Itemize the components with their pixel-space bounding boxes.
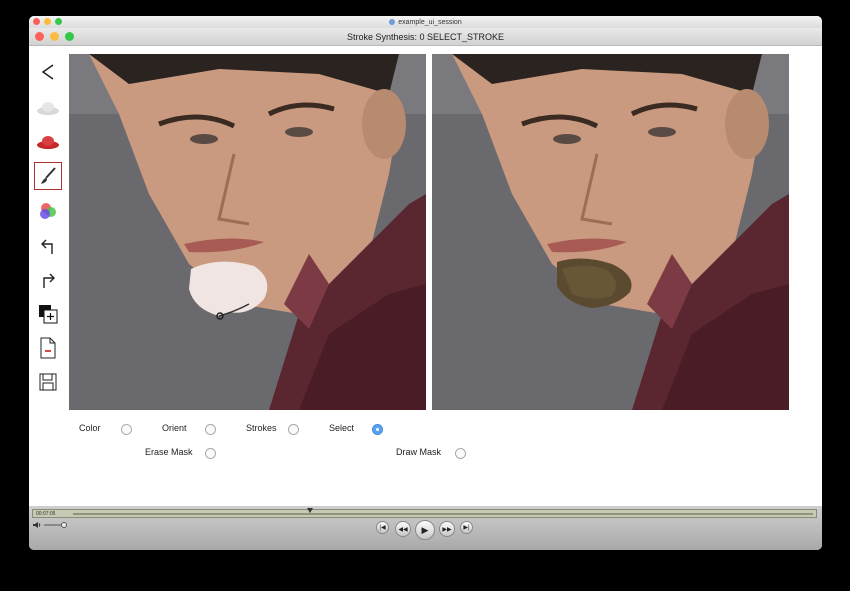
outer-title-bar: example_ui_session	[29, 16, 822, 28]
zoom-button[interactable]	[65, 32, 74, 41]
speaker-icon	[33, 522, 41, 528]
playhead-marker[interactable]	[306, 508, 313, 513]
orient-option-label: Orient	[162, 423, 187, 433]
undo-icon	[41, 239, 53, 254]
outer-window: example_ui_session Stroke Synthesis: 0 S…	[29, 16, 822, 550]
new-layer-button[interactable]	[34, 300, 62, 328]
skip-end-icon: ▶|	[463, 525, 470, 531]
volume-control[interactable]	[32, 521, 68, 529]
outer-window-controls	[33, 18, 62, 25]
delete-document-button[interactable]	[34, 334, 62, 362]
skip-to-start-button[interactable]: |◀	[376, 521, 389, 534]
input-image-panel[interactable]	[69, 54, 426, 410]
fast-forward-button[interactable]: ▶▶	[439, 521, 455, 537]
output-portrait-image	[432, 54, 789, 410]
skip-to-end-button[interactable]: ▶|	[460, 521, 473, 534]
document-icon	[389, 19, 396, 25]
brush-icon	[41, 167, 56, 184]
back-icon	[41, 64, 54, 80]
scrub-bar[interactable]: 00:07:05	[32, 508, 817, 518]
draw-mask-option-label: Draw Mask	[396, 447, 442, 457]
outer-zoom-button[interactable]	[55, 18, 62, 25]
redo-icon	[43, 273, 55, 288]
play-button[interactable]: ▶	[415, 520, 435, 540]
color-radio[interactable]	[121, 424, 132, 435]
strokes-radio[interactable]	[288, 424, 299, 435]
draw-mask-radio[interactable]	[455, 448, 466, 459]
delete-document-icon	[40, 337, 56, 359]
outer-window-title: example_ui_session	[398, 18, 462, 26]
output-image-panel[interactable]	[432, 54, 789, 410]
input-portrait-image	[69, 54, 426, 410]
volume-slider[interactable]	[44, 521, 68, 529]
rewind-icon: ◀◀	[398, 526, 408, 533]
select-option-label: Select	[329, 423, 355, 433]
save-icon	[39, 373, 57, 391]
erase-mask-option-label: Erase Mask	[145, 447, 193, 457]
white-hat-icon	[37, 102, 59, 115]
new-layer-icon	[39, 305, 58, 324]
white-hat-tool[interactable]	[34, 94, 62, 122]
orient-radio[interactable]	[205, 424, 216, 435]
play-icon: ▶	[421, 524, 429, 535]
window-controls	[35, 32, 74, 41]
media-player-bar: 00:07:05 |◀ ◀◀ ▶ ▶▶ ▶|	[29, 506, 822, 550]
brush-tool[interactable]	[34, 162, 62, 190]
red-hat-icon	[37, 136, 59, 149]
outer-close-button[interactable]	[33, 18, 40, 25]
rewind-button[interactable]: ◀◀	[395, 521, 411, 537]
erase-mask-radio[interactable]	[205, 448, 216, 459]
window-title: Stroke Synthesis: 0 SELECT_STROKE	[346, 31, 505, 42]
scrub-track[interactable]	[73, 513, 813, 515]
red-hat-tool[interactable]	[34, 128, 62, 156]
redo-button[interactable]	[34, 266, 62, 294]
color-circles-icon	[40, 203, 56, 219]
outer-minimize-button[interactable]	[44, 18, 51, 25]
save-button[interactable]	[34, 368, 62, 396]
undo-button[interactable]	[34, 232, 62, 260]
minimize-button[interactable]	[50, 32, 59, 41]
back-button[interactable]	[34, 58, 62, 86]
main-content: Color Orient Strokes Select Erase Mask D…	[29, 46, 822, 506]
title-bar: Stroke Synthesis: 0 SELECT_STROKE	[29, 28, 822, 46]
fast-forward-icon: ▶▶	[442, 526, 452, 533]
skip-start-icon: |◀	[379, 525, 386, 531]
strokes-option-label: Strokes	[246, 423, 277, 433]
current-time: 00:07:05	[36, 511, 56, 517]
color-option-label: Color	[79, 423, 101, 433]
close-button[interactable]	[35, 32, 44, 41]
color-tool[interactable]	[34, 197, 62, 225]
select-radio[interactable]	[372, 424, 383, 435]
